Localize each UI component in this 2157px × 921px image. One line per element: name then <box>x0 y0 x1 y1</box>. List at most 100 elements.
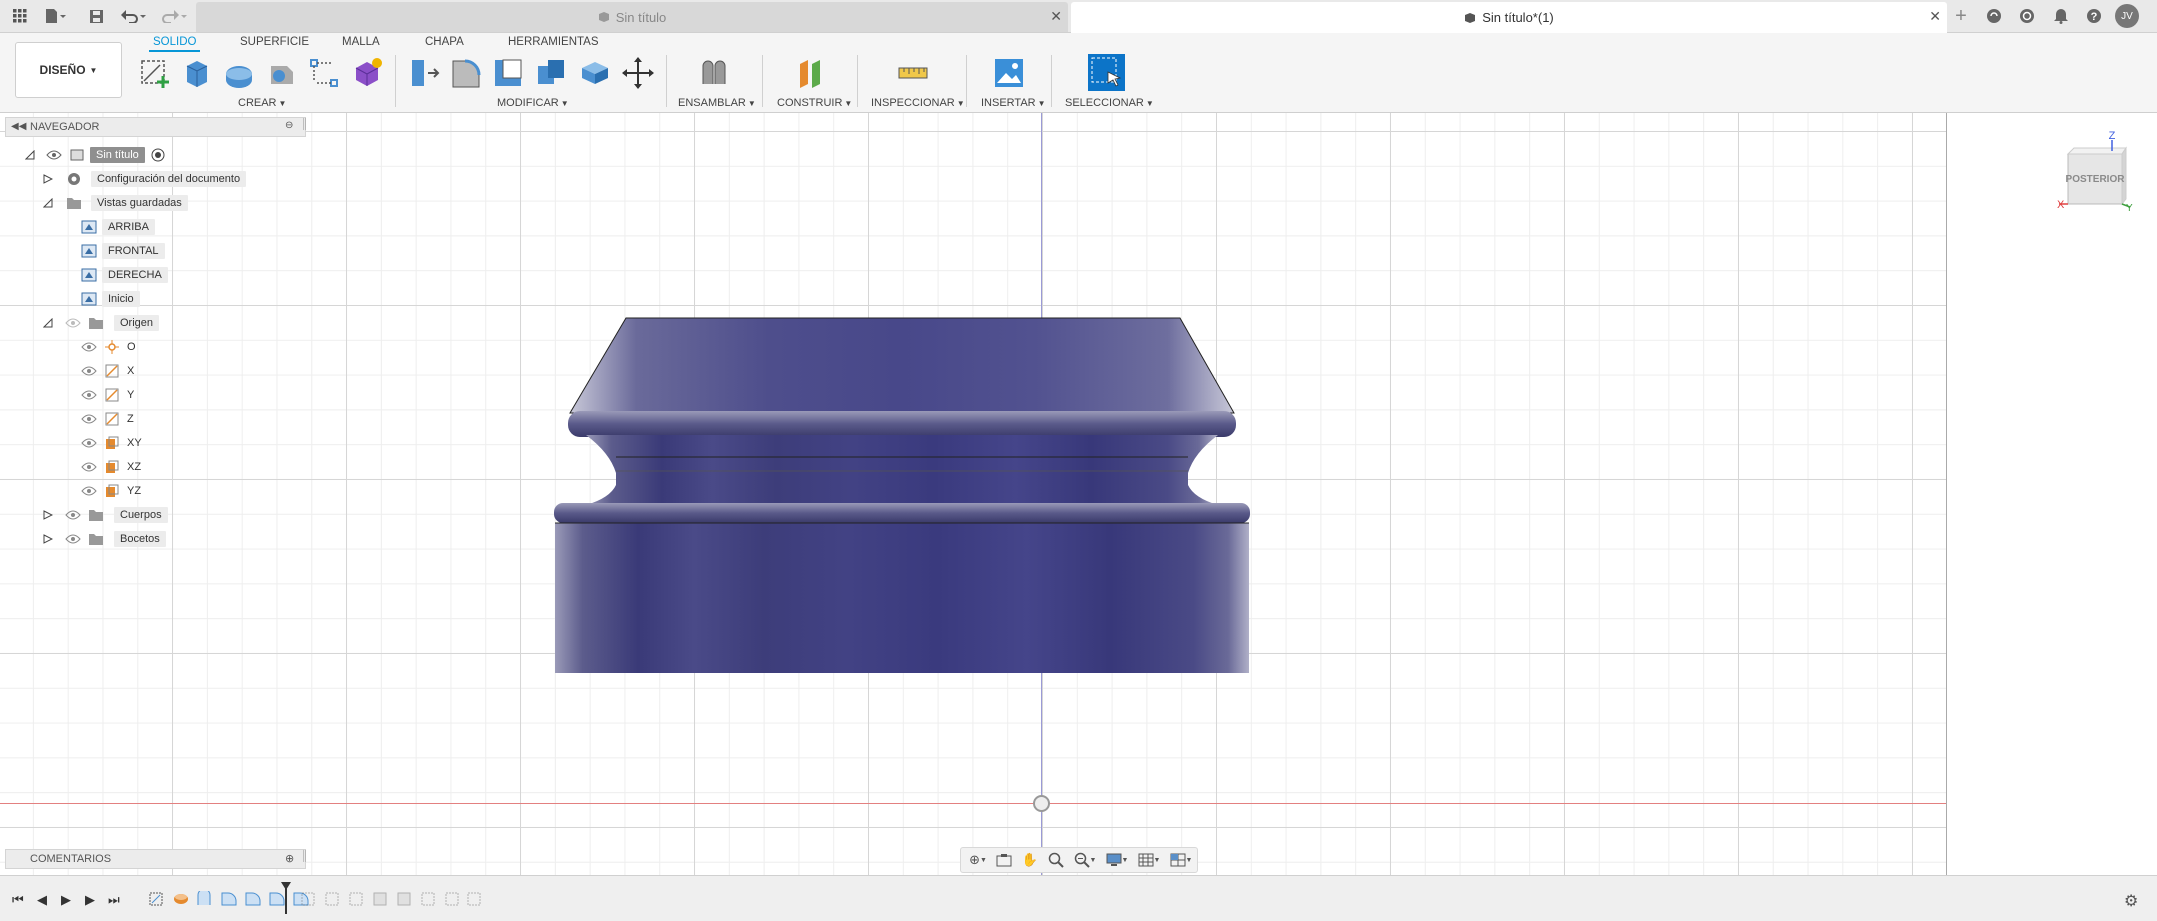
expanded-triangle-icon[interactable] <box>43 198 53 208</box>
extensions-icon[interactable] <box>1983 5 2005 27</box>
help-icon[interactable]: ? <box>2083 5 2105 27</box>
fillet-feature-icon[interactable] <box>244 891 262 907</box>
select-icon[interactable] <box>1088 54 1125 91</box>
tree-item-plane-yz[interactable]: YZ <box>81 481 147 501</box>
tab-superficie[interactable]: SUPERFICIE <box>240 36 309 48</box>
orbit-icon[interactable]: ⊕ ▼ <box>965 849 991 871</box>
close-icon[interactable]: ✕ <box>1929 8 1941 25</box>
loft-icon[interactable] <box>307 56 341 90</box>
insert-image-icon[interactable] <box>992 56 1026 90</box>
offset-plane-icon[interactable] <box>794 56 828 90</box>
combine-icon[interactable] <box>534 56 568 90</box>
body-model[interactable] <box>550 213 1250 673</box>
suppressed-feature-icon[interactable] <box>348 891 366 907</box>
hidden-eye-icon[interactable] <box>65 318 81 328</box>
timeline-marker-handle[interactable] <box>281 882 291 890</box>
group-ensamblar[interactable]: ENSAMBLAR ▼ <box>678 97 756 109</box>
viewcube-face-label[interactable]: POSTERIOR <box>2066 174 2126 185</box>
visibility-eye-icon[interactable] <box>81 462 97 472</box>
close-icon[interactable]: ✕ <box>1050 8 1062 25</box>
suppressed-feature-icon[interactable] <box>324 891 342 907</box>
user-avatar[interactable]: JV <box>2114 4 2140 28</box>
tree-item-plane-xy[interactable]: XY <box>81 433 148 453</box>
group-seleccionar[interactable]: SELECCIONAR ▼ <box>1065 97 1154 109</box>
visibility-eye-icon[interactable] <box>81 486 97 496</box>
press-pull-icon[interactable] <box>406 56 440 90</box>
tab-solido[interactable]: SOLIDO <box>148 36 201 52</box>
viewcube[interactable]: POSTERIOR Z X Y <box>2054 131 2134 211</box>
document-tab-active[interactable]: Sin título*(1) ✕ <box>1071 2 1947 33</box>
tab-malla[interactable]: MALLA <box>342 36 380 48</box>
tab-chapa[interactable]: CHAPA <box>425 36 464 48</box>
visibility-eye-icon[interactable] <box>81 390 97 400</box>
offset-face-icon[interactable] <box>578 56 612 90</box>
notifications-bell-icon[interactable] <box>2050 5 2072 27</box>
sketch-feature-icon[interactable] <box>196 891 214 907</box>
create-sketch-icon[interactable] <box>139 56 173 90</box>
visibility-eye-icon[interactable] <box>65 534 81 544</box>
collapsed-triangle-icon[interactable] <box>43 534 53 544</box>
tree-item-axis-y[interactable]: Y <box>81 385 140 405</box>
minus-circle-icon[interactable]: ⊖ <box>285 120 293 131</box>
visibility-eye-icon[interactable] <box>81 366 97 376</box>
viewport-right-area[interactable] <box>1946 113 2157 875</box>
tree-item-bodies[interactable]: Cuerpos <box>41 505 168 525</box>
undo-icon[interactable] <box>118 5 150 27</box>
visibility-eye-icon[interactable] <box>46 150 62 160</box>
tree-item-view-derecha[interactable]: DERECHA <box>81 265 168 285</box>
tree-item-document-settings[interactable]: Configuración del documento <box>41 169 247 189</box>
collapse-icon[interactable]: ◀◀ <box>11 121 26 132</box>
fit-zoom-icon[interactable]: ▼ <box>1069 849 1101 871</box>
save-icon[interactable] <box>86 5 106 27</box>
tree-root[interactable]: Sin título <box>23 145 165 165</box>
activate-radio-icon[interactable] <box>151 148 165 162</box>
document-tab-inactive[interactable]: Sin título ✕ <box>196 2 1068 32</box>
suppressed-feature-icon[interactable] <box>420 891 438 907</box>
group-insertar[interactable]: INSERTAR ▼ <box>981 97 1046 109</box>
zoom-icon[interactable] <box>1043 849 1069 871</box>
suppressed-feature-icon[interactable] <box>372 891 390 907</box>
apps-grid-icon[interactable] <box>10 5 30 27</box>
play-icon[interactable]: ▶ <box>61 892 71 908</box>
tree-item-view-inicio[interactable]: Inicio <box>81 289 140 309</box>
suppressed-feature-icon[interactable] <box>444 891 462 907</box>
resize-handle-icon[interactable]: ║ <box>301 851 308 862</box>
revolve-icon[interactable] <box>222 56 256 90</box>
tree-item-sketches[interactable]: Bocetos <box>41 529 166 549</box>
collapsed-triangle-icon[interactable] <box>43 174 53 184</box>
visibility-eye-icon[interactable] <box>81 342 97 352</box>
fillet-feature-icon[interactable] <box>220 891 238 907</box>
look-at-icon[interactable] <box>991 849 1017 871</box>
group-modificar[interactable]: MODIFICAR ▼ <box>497 97 569 109</box>
navigator-header[interactable]: ◀◀ NAVEGADOR ⊖ ║ <box>5 117 308 137</box>
redo-icon[interactable] <box>158 5 190 27</box>
visibility-eye-icon[interactable] <box>65 510 81 520</box>
move-copy-icon[interactable] <box>621 56 655 90</box>
form-icon[interactable] <box>350 56 384 90</box>
step-back-icon[interactable]: ◀ <box>37 892 47 908</box>
go-to-start-icon[interactable]: ⏮ <box>12 892 24 908</box>
go-to-end-icon[interactable]: ⏭ <box>108 892 120 908</box>
fillet-feature-icon[interactable] <box>268 891 286 907</box>
comments-header[interactable]: COMENTARIOS ⊕ ║ <box>5 849 308 869</box>
extrude-icon[interactable] <box>179 56 213 90</box>
viewports-icon[interactable]: ▼ <box>1165 849 1197 871</box>
timeline-settings-gear-icon[interactable]: ⚙ <box>2124 891 2138 911</box>
tree-item-plane-xz[interactable]: XZ <box>81 457 147 477</box>
tree-item-axis-z[interactable]: Z <box>81 409 140 429</box>
group-crear[interactable]: CREAR ▼ <box>238 97 286 109</box>
sketch-feature-icon[interactable] <box>148 891 166 907</box>
step-forward-icon[interactable]: ▶ <box>85 892 95 908</box>
grid-settings-icon[interactable]: ▼ <box>1133 849 1165 871</box>
new-tab-icon[interactable]: + <box>1950 5 1972 27</box>
display-settings-icon[interactable]: ▼ <box>1101 849 1133 871</box>
visibility-eye-icon[interactable] <box>81 414 97 424</box>
tree-item-saved-views[interactable]: Vistas guardadas <box>41 193 188 213</box>
file-menu-icon[interactable] <box>42 5 68 27</box>
collapsed-triangle-icon[interactable] <box>43 510 53 520</box>
suppressed-feature-icon[interactable] <box>396 891 414 907</box>
shell-icon[interactable] <box>491 56 525 90</box>
job-status-icon[interactable] <box>2016 5 2038 27</box>
plus-circle-icon[interactable]: ⊕ <box>285 852 294 865</box>
fillet-icon[interactable] <box>448 56 482 90</box>
